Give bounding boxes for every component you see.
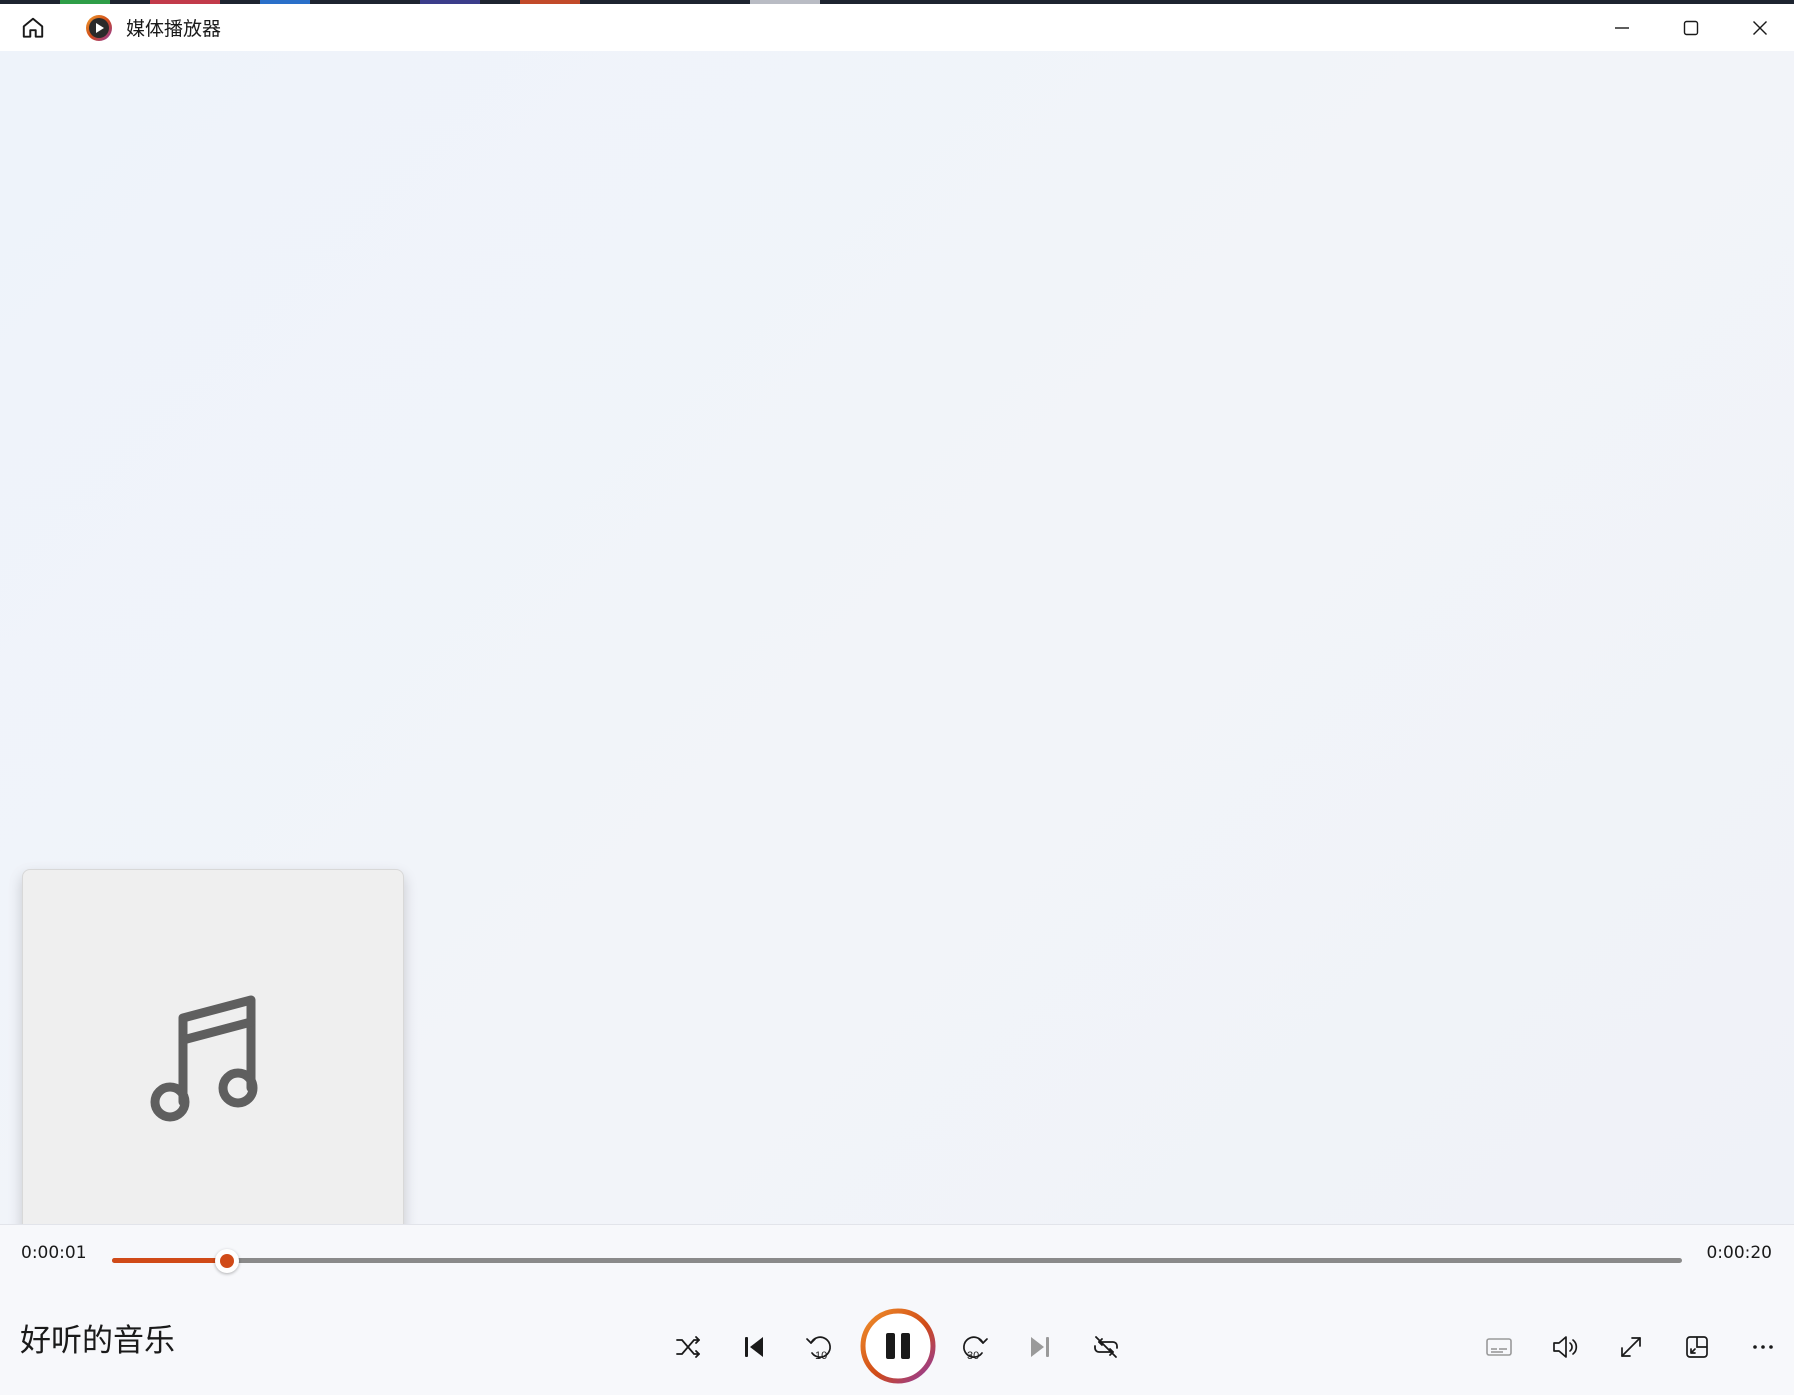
forward-button[interactable]: 30 bbox=[948, 1321, 1000, 1373]
shuffle-icon bbox=[676, 1336, 700, 1358]
minimize-icon bbox=[1614, 26, 1629, 29]
miniplayer-icon bbox=[1686, 1336, 1708, 1358]
home-icon bbox=[22, 17, 44, 38]
captions-button[interactable] bbox=[1473, 1321, 1525, 1373]
home-button[interactable] bbox=[0, 4, 66, 51]
repeat-off-icon bbox=[1094, 1336, 1118, 1358]
pause-button[interactable] bbox=[859, 1307, 937, 1385]
seek-progress bbox=[112, 1258, 227, 1263]
previous-button[interactable] bbox=[728, 1321, 780, 1373]
album-art bbox=[22, 869, 404, 1251]
maximize-icon bbox=[1683, 20, 1698, 35]
minimize-button[interactable] bbox=[1587, 4, 1656, 51]
rewind-10-icon: 10 bbox=[806, 1336, 831, 1362]
playback-controls: 10 30 bbox=[0, 1307, 1794, 1387]
rewind-button[interactable]: 10 bbox=[794, 1321, 846, 1373]
next-icon bbox=[1031, 1337, 1049, 1357]
fullscreen-icon bbox=[1621, 1337, 1641, 1357]
captions-icon bbox=[1486, 1338, 1512, 1356]
forward-seconds-label: 30 bbox=[967, 1350, 979, 1362]
window-controls bbox=[1587, 4, 1794, 51]
rewind-seconds-label: 10 bbox=[815, 1350, 827, 1362]
music-note-icon bbox=[150, 995, 258, 1122]
seek-thumb[interactable] bbox=[214, 1249, 239, 1273]
media-content-area bbox=[0, 51, 1794, 1251]
repeat-button[interactable] bbox=[1080, 1321, 1132, 1373]
next-button[interactable] bbox=[1014, 1321, 1066, 1373]
app-title: 媒体播放器 bbox=[126, 18, 222, 40]
previous-icon bbox=[745, 1337, 763, 1357]
total-time: 0:00:20 bbox=[1706, 1243, 1772, 1263]
seek-track bbox=[112, 1258, 1682, 1263]
shuffle-button[interactable] bbox=[662, 1321, 714, 1373]
title-bar: 媒体播放器 bbox=[0, 4, 1794, 51]
current-time: 0:00:01 bbox=[21, 1243, 87, 1263]
volume-icon bbox=[1553, 1336, 1578, 1358]
transport-panel: 0:00:01 0:00:20 好听的音乐 10 30 bbox=[0, 1224, 1794, 1395]
volume-button[interactable] bbox=[1539, 1321, 1591, 1373]
more-button[interactable] bbox=[1737, 1321, 1789, 1373]
maximize-button[interactable] bbox=[1656, 4, 1725, 51]
close-icon bbox=[1752, 20, 1767, 35]
close-button[interactable] bbox=[1725, 4, 1794, 51]
miniplayer-button[interactable] bbox=[1671, 1321, 1723, 1373]
more-icon bbox=[1753, 1345, 1773, 1349]
fullscreen-button[interactable] bbox=[1605, 1321, 1657, 1373]
seek-bar[interactable] bbox=[112, 1249, 1682, 1273]
pause-icon bbox=[860, 1308, 936, 1384]
media-player-logo bbox=[84, 13, 114, 43]
forward-30-icon: 30 bbox=[963, 1336, 988, 1362]
